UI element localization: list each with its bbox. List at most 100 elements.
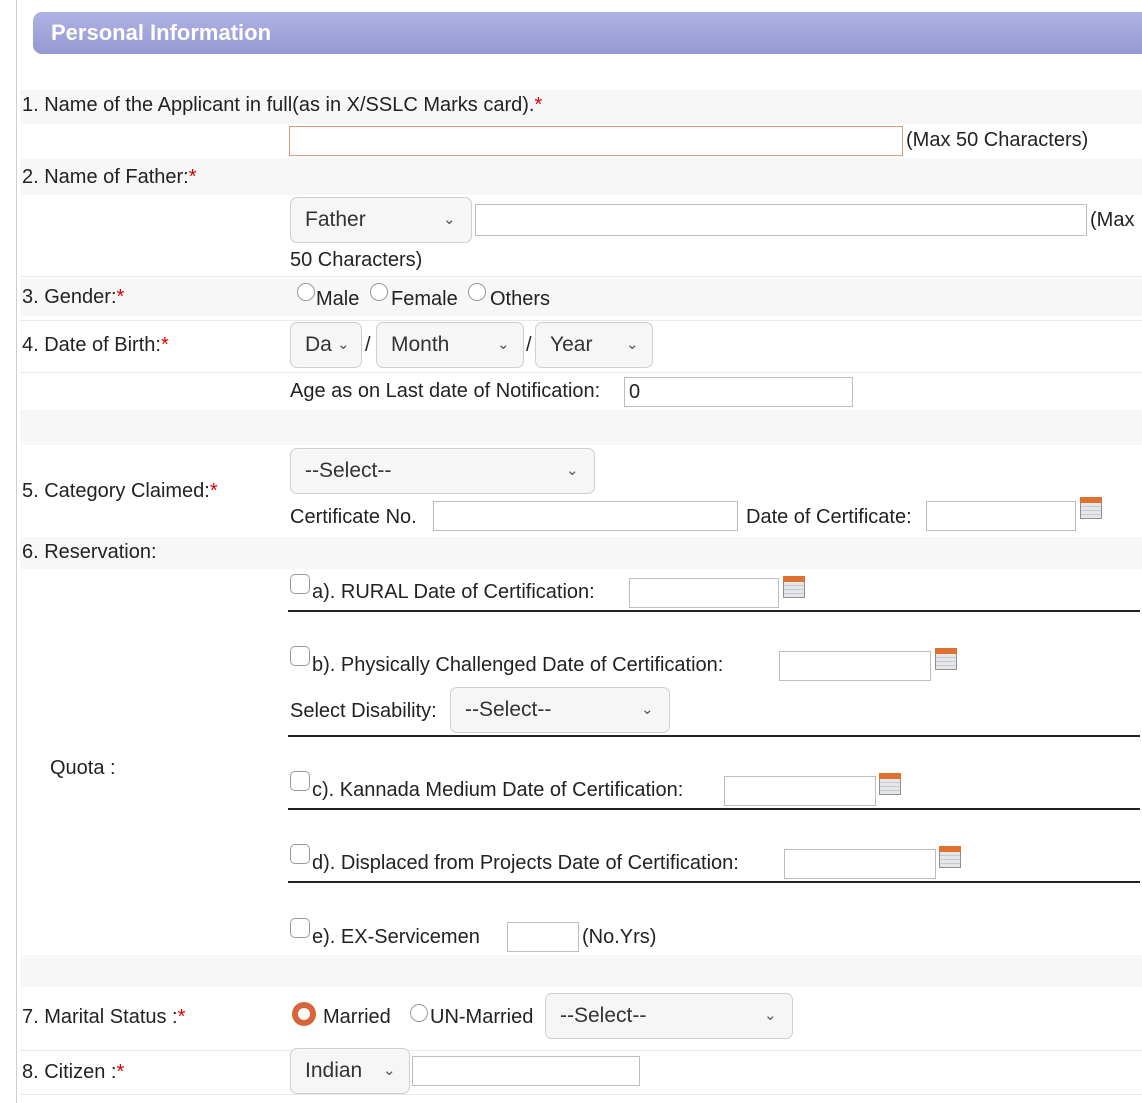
dob-day-value: Da	[305, 333, 332, 356]
unmarried-radio[interactable]	[410, 1004, 428, 1022]
chevron-down-icon: ⌄	[641, 701, 654, 718]
displaced-checkbox[interactable]	[290, 844, 310, 864]
physically-challenged-date-input[interactable]	[779, 651, 931, 681]
chevron-down-icon: ⌄	[566, 462, 579, 479]
rural-label: a). RURAL Date of Certification:	[312, 581, 595, 603]
kannada-medium-label: c). Kannada Medium Date of Certification…	[312, 779, 684, 801]
quota-label: Quota :	[50, 757, 116, 779]
category-select[interactable]: --Select-- ⌄	[290, 448, 595, 494]
physically-challenged-checkbox[interactable]	[290, 646, 310, 666]
gender-female-label: Female	[391, 288, 458, 310]
gender-male-label: Male	[316, 288, 360, 310]
dob-year-value: Year	[550, 333, 593, 356]
chevron-down-icon: ⌄	[383, 1062, 396, 1079]
category-label: 5. Category Claimed:*	[22, 480, 218, 502]
section-header: Personal Information	[33, 12, 1142, 54]
gender-male-radio[interactable]	[297, 283, 315, 301]
citizen-input[interactable]	[412, 1056, 640, 1086]
calendar-icon[interactable]	[935, 648, 957, 670]
kannada-medium-checkbox[interactable]	[290, 771, 310, 791]
citizen-select[interactable]: Indian ⌄	[290, 1048, 410, 1094]
married-label: Married	[323, 1006, 391, 1028]
divider	[288, 881, 1140, 883]
row-divider	[20, 320, 1142, 321]
chevron-down-icon: ⌄	[626, 336, 639, 353]
row-background	[20, 955, 1142, 987]
citizen-label: 8. Citizen :*	[22, 1061, 125, 1083]
calendar-icon[interactable]	[939, 846, 961, 868]
required-mark: *	[177, 1006, 186, 1028]
gender-female-radio[interactable]	[370, 283, 388, 301]
gender-label: 3. Gender:*	[22, 286, 125, 308]
divider	[288, 610, 1140, 612]
disability-select-value: --Select--	[465, 698, 552, 721]
ex-servicemen-years-input[interactable]	[507, 922, 579, 952]
ex-servicemen-checkbox[interactable]	[290, 918, 310, 938]
required-mark: *	[188, 166, 197, 188]
age-input[interactable]: 0	[624, 377, 853, 407]
kannada-medium-date-input[interactable]	[724, 776, 876, 806]
dob-year-select[interactable]: Year ⌄	[535, 322, 653, 368]
father-name-label: 2. Name of Father:*	[22, 166, 197, 188]
marital-status-select[interactable]: --Select-- ⌄	[545, 993, 793, 1039]
chevron-down-icon: ⌄	[764, 1007, 777, 1024]
category-select-value: --Select--	[305, 459, 392, 482]
row-divider	[20, 276, 1142, 277]
required-mark: *	[116, 1061, 125, 1083]
gender-others-label: Others	[490, 288, 551, 310]
applicant-name-input[interactable]	[289, 126, 903, 156]
ex-servicemen-label: e). EX-Servicemen	[312, 926, 480, 948]
displaced-date-input[interactable]	[784, 849, 936, 879]
row-background	[20, 537, 1142, 569]
age-label: Age as on Last date of Notification:	[290, 380, 601, 402]
calendar-icon[interactable]	[1080, 497, 1102, 519]
certificate-date-input[interactable]	[926, 501, 1076, 531]
father-name-hint: (Max	[1090, 209, 1135, 231]
dob-month-value: Month	[391, 333, 450, 356]
applicant-name-hint: (Max 50 Characters)	[906, 129, 1089, 151]
married-radio[interactable]	[292, 1002, 316, 1026]
gender-others-radio[interactable]	[468, 283, 486, 301]
dob-day-select[interactable]: Da ⌄	[290, 322, 362, 368]
displaced-label: d). Displaced from Projects Date of Cert…	[312, 852, 739, 874]
row-divider	[20, 1050, 1142, 1051]
disability-label: Select Disability:	[290, 700, 437, 722]
row-background	[20, 410, 1142, 445]
marital-status-select-value: --Select--	[560, 1004, 647, 1027]
citizen-select-value: Indian	[305, 1059, 363, 1082]
required-mark: *	[534, 94, 543, 116]
chevron-down-icon: ⌄	[337, 336, 350, 353]
required-mark: *	[160, 334, 169, 356]
divider	[288, 808, 1140, 810]
required-mark: *	[209, 480, 218, 502]
required-mark: *	[116, 286, 125, 308]
certificate-no-label: Certificate No.	[290, 506, 417, 528]
father-name-hint-cont: 50 Characters)	[290, 249, 423, 271]
applicant-name-label: 1. Name of the Applicant in full(as in X…	[22, 94, 543, 116]
date-separator: /	[526, 334, 532, 356]
date-separator: /	[365, 334, 371, 356]
rural-date-input[interactable]	[629, 578, 779, 608]
marital-status-label: 7. Marital Status :*	[22, 1006, 186, 1028]
row-divider	[20, 372, 1142, 373]
rural-checkbox[interactable]	[290, 574, 310, 594]
father-name-input[interactable]	[475, 204, 1087, 236]
dob-label: 4. Date of Birth:*	[22, 334, 169, 356]
unmarried-label: UN-Married	[430, 1006, 534, 1028]
chevron-down-icon: ⌄	[443, 211, 456, 228]
reservation-label: 6. Reservation:	[22, 541, 157, 563]
row-divider	[20, 1094, 1142, 1095]
certificate-no-input[interactable]	[433, 501, 738, 531]
disability-select[interactable]: --Select-- ⌄	[450, 687, 670, 733]
relation-select-value: Father	[305, 208, 366, 231]
divider	[288, 735, 1140, 737]
chevron-down-icon: ⌄	[497, 336, 510, 353]
calendar-icon[interactable]	[879, 773, 901, 795]
relation-select[interactable]: Father ⌄	[290, 197, 472, 243]
physically-challenged-label: b). Physically Challenged Date of Certif…	[312, 654, 724, 676]
dob-month-select[interactable]: Month ⌄	[376, 322, 524, 368]
calendar-icon[interactable]	[783, 576, 805, 598]
row-background	[20, 279, 1142, 316]
certificate-date-label: Date of Certificate:	[746, 506, 912, 528]
left-border	[16, 0, 17, 1103]
